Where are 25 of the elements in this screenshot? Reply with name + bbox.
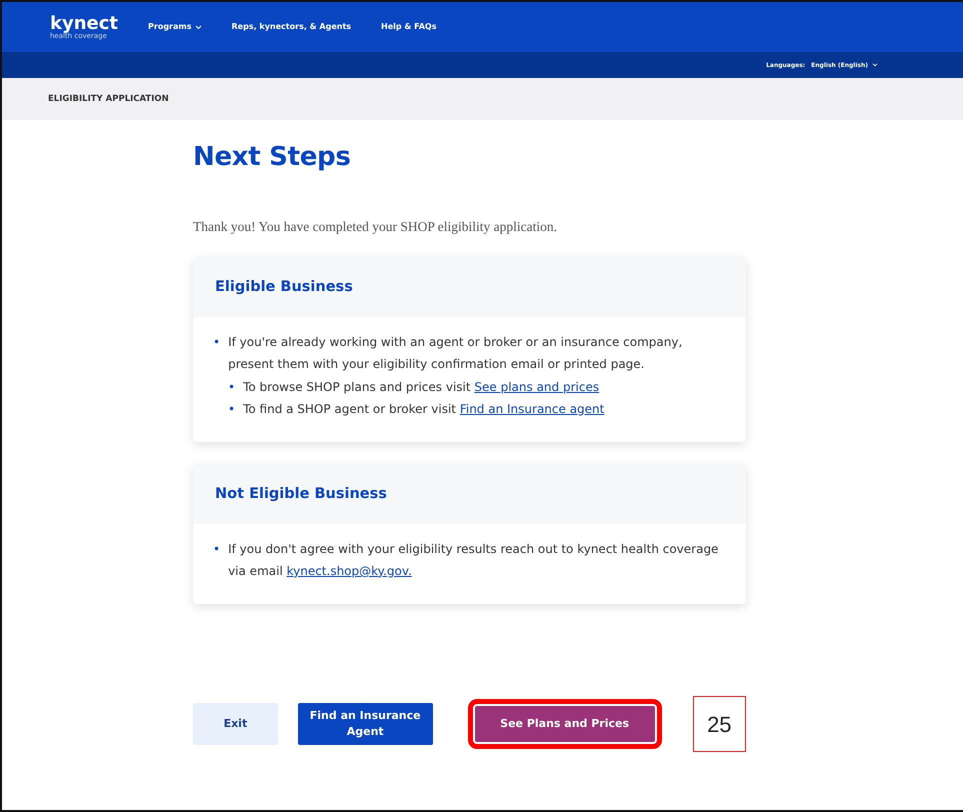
list-text: To browse SHOP plans and prices visit See plans and prices: [243, 378, 600, 396]
card-title: Eligible Business: [215, 279, 353, 296]
breadcrumb-text: ELIGIBILITY APPLICATION: [48, 92, 169, 106]
link[interactable]: See plans and prices: [474, 380, 600, 394]
bullet: •: [228, 400, 236, 418]
bullet: •: [213, 334, 220, 352]
nav-link[interactable]: Programs: [148, 21, 202, 33]
action-button[interactable]: Exit: [193, 703, 278, 746]
nav-link[interactable]: Help & FAQs: [381, 21, 436, 33]
logo-text: kynect: [50, 14, 118, 32]
intro-text: Thank you! You have completed your SHOP eligibility application.: [193, 218, 558, 236]
link[interactable]: Find an Insurance agent: [460, 402, 604, 416]
chevron-icon: [872, 63, 878, 67]
bullet: •: [213, 540, 220, 558]
list-text: If you're already working with an agent or broker or an insurance company, present them with your eligibility confirmation email or printed page.: [228, 334, 684, 374]
nav-link[interactable]: Reps, kynectors, & Agents: [232, 21, 352, 33]
list-text: To find a SHOP agent or broker visit Find an Insurance agent: [243, 400, 604, 418]
action-button[interactable]: Find an Insurance Agent: [298, 703, 433, 746]
bullet: •: [228, 378, 236, 396]
card-title: Not Eligible Business: [215, 486, 387, 502]
link[interactable]: kynect.shop@ky.gov.: [286, 564, 412, 578]
page-title: Next Steps: [193, 142, 352, 174]
step-number: 25: [692, 696, 746, 752]
list-text: If you don't agree with your eligibility results reach out to kynect health coverage via email kynect.shop@ky.gov.: [228, 540, 720, 580]
action-button[interactable]: See Plans and Prices: [474, 706, 655, 742]
